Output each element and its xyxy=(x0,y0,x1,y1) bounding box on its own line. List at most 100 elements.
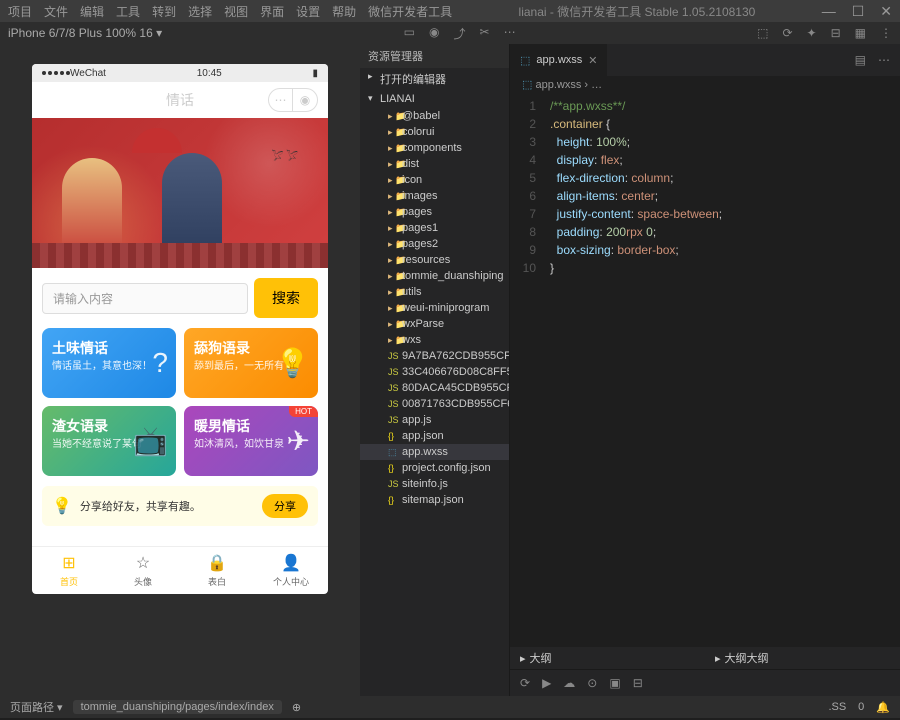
tab-个人中心[interactable]: 👤个人中心 xyxy=(254,547,328,594)
hero-image: 𓅯 𓅯 xyxy=(32,118,328,268)
file-app.wxss[interactable]: ⬚ app.wxss xyxy=(360,444,509,460)
share-button[interactable]: 分享 xyxy=(262,494,308,518)
output-icon[interactable]: ⊟ xyxy=(633,676,643,690)
menu-文件[interactable]: 文件 xyxy=(44,3,68,20)
refresh-icon[interactable]: ⟳ xyxy=(782,26,792,40)
file-00871763CDB955CF66…[interactable]: JS 00871763CDB955CF66… xyxy=(360,396,509,412)
section-project[interactable]: LIANAI xyxy=(360,90,509,108)
build-icon[interactable]: ▶ xyxy=(542,676,551,690)
file-80DACA45CDB955CFE…[interactable]: JS 80DACA45CDB955CFE… xyxy=(360,380,509,396)
tab-头像[interactable]: ☆头像 xyxy=(106,547,180,594)
file-app.json[interactable]: {} app.json xyxy=(360,428,509,444)
activity-bar: ⟳ ▶ ☁ ⊙ ▣ ⊟ xyxy=(510,669,900,696)
file-colorui[interactable]: ▸ 📁 colorui xyxy=(360,124,509,140)
grid-icon[interactable]: ▦ xyxy=(855,26,866,40)
device-toolbar: iPhone 6/7/8 Plus 100% 16 ▾ ▭ ◉ ⤴ ✂ ⋯ ⬚ … xyxy=(0,22,900,44)
dots-icon[interactable]: ⋮ xyxy=(880,26,892,40)
more-icon[interactable]: ⋯ xyxy=(504,25,516,42)
terminal-icon[interactable]: ▣ xyxy=(609,676,620,690)
menu-转到[interactable]: 转到 xyxy=(152,3,176,20)
file-app.js[interactable]: JS app.js xyxy=(360,412,509,428)
search-input[interactable]: 请输入内容 xyxy=(42,283,248,314)
tab-表白[interactable]: 🔒表白 xyxy=(180,547,254,594)
record-icon[interactable]: ◉ xyxy=(429,25,439,42)
file-icon[interactable]: ▸ 📁 icon xyxy=(360,172,509,188)
menu-界面[interactable]: 界面 xyxy=(260,3,284,20)
phone-status-bar: WeChat 10:45 ▮ xyxy=(32,64,328,82)
menu-设置[interactable]: 设置 xyxy=(296,3,320,20)
window-controls: — ☐ ✕ xyxy=(822,3,892,20)
menu-帮助[interactable]: 帮助 xyxy=(332,3,356,20)
capsule-close-icon[interactable]: ◉ xyxy=(293,89,317,111)
card-3[interactable]: HOT暖男情话如沐清风，如饮甘泉✈ xyxy=(184,406,318,476)
debug-icon[interactable]: ⊙ xyxy=(587,676,597,690)
page-path[interactable]: tommie_duanshiping/pages/index/index xyxy=(73,700,282,714)
menu-选择[interactable]: 选择 xyxy=(188,3,212,20)
bell-icon[interactable]: 🔔 xyxy=(876,701,890,714)
tab-close-icon[interactable]: ✕ xyxy=(588,54,597,67)
device-selector[interactable]: iPhone 6/7/8 Plus 100% 16 ▾ xyxy=(8,26,162,40)
path-label[interactable]: 页面路径 ▾ xyxy=(10,699,63,715)
breadcrumb[interactable]: ⬚ app.wxss › … xyxy=(510,76,900,93)
file-@babel[interactable]: ▸ 📁 @babel xyxy=(360,108,509,124)
wifi-icon[interactable]: ⊕ xyxy=(292,701,301,714)
tablet-icon[interactable]: ▭ xyxy=(404,25,415,42)
debug-icon[interactable]: ✦ xyxy=(807,26,817,40)
file-icon: ⬚ xyxy=(520,54,530,67)
section-open-editors[interactable]: 打开的编辑器 xyxy=(360,68,509,90)
file-wxParse[interactable]: ▸ 📁 wxParse xyxy=(360,316,509,332)
card-1[interactable]: 舔狗语录舔到最后，一无所有💡 xyxy=(184,328,318,398)
status-count: 0 xyxy=(858,701,864,714)
file-pages1[interactable]: ▸ 📁 pages1 xyxy=(360,220,509,236)
status-ss: .SS xyxy=(828,701,846,714)
menu-视图[interactable]: 视图 xyxy=(224,3,248,20)
file-dist[interactable]: ▸ 📁 dist xyxy=(360,156,509,172)
cloud-icon[interactable]: ☁ xyxy=(563,676,575,690)
card-0[interactable]: 土味情话情话虽土，其意也深！? xyxy=(42,328,176,398)
file-9A7BA762CDB955CFF…[interactable]: JS 9A7BA762CDB955CFF… xyxy=(360,348,509,364)
share-bar: 💡 分享给好友，共享有趣。 分享 xyxy=(42,486,318,526)
menu-工具[interactable]: 工具 xyxy=(116,3,140,20)
capsule-button[interactable]: ⋯ ◉ xyxy=(268,88,318,112)
minimize-icon[interactable]: — xyxy=(822,3,836,20)
file-project.config.json[interactable]: {} project.config.json xyxy=(360,460,509,476)
outline-right[interactable]: ▸ 大纲大纲 xyxy=(705,647,900,669)
search-button[interactable]: 搜索 xyxy=(254,278,318,318)
file-components[interactable]: ▸ 📁 components xyxy=(360,140,509,156)
menu-微信开发者工具[interactable]: 微信开发者工具 xyxy=(368,3,452,20)
maximize-icon[interactable]: ☐ xyxy=(852,3,865,20)
file-utils[interactable]: ▸ 📁 utils xyxy=(360,284,509,300)
file-33C406676D08C8FF5…[interactable]: JS 33C406676D08C8FF5… xyxy=(360,364,509,380)
file-weui-miniprogram[interactable]: ▸ 📁 weui-miniprogram xyxy=(360,300,509,316)
simulator-panel: WeChat 10:45 ▮ 情话 ⋯ ◉ 𓅯 𓅯 xyxy=(0,44,360,696)
tab-首页[interactable]: ⊞首页 xyxy=(32,547,106,594)
file-tree: ▸ 📁 @babel▸ 📁 colorui▸ 📁 components▸ 📁 d… xyxy=(360,108,509,508)
card-2[interactable]: 渣女语录当她不经意说了某句📺 xyxy=(42,406,176,476)
file-pages2[interactable]: ▸ 📁 pages2 xyxy=(360,236,509,252)
panel-icon[interactable]: ⬚ xyxy=(757,26,768,40)
editor-tab-appwxss[interactable]: ⬚ app.wxss ✕ xyxy=(510,44,608,76)
cut-icon[interactable]: ✂ xyxy=(480,25,490,42)
file-siteinfo.js[interactable]: JS siteinfo.js xyxy=(360,476,509,492)
file-tommie_duanshiping[interactable]: ▸ 📁 tommie_duanshiping xyxy=(360,268,509,284)
tree-icon[interactable]: ⊟ xyxy=(831,26,841,40)
code-editor[interactable]: 1/**app.wxss**/2.container {3 height: 10… xyxy=(510,93,900,647)
file-sitemap.json[interactable]: {} sitemap.json xyxy=(360,492,509,508)
search-row: 请输入内容 搜索 xyxy=(32,268,328,328)
share-icon[interactable]: ⤴ xyxy=(454,25,466,42)
reload-icon[interactable]: ⟳ xyxy=(520,676,530,690)
menu-项目[interactable]: 项目 xyxy=(8,3,32,20)
file-images[interactable]: ▸ 📁 images xyxy=(360,188,509,204)
close-icon[interactable]: ✕ xyxy=(880,3,892,20)
outline-left[interactable]: ▸ 大纲 xyxy=(510,647,705,669)
sim-nav-title: 情话 xyxy=(166,90,194,110)
capsule-menu-icon[interactable]: ⋯ xyxy=(269,89,293,111)
more-icon[interactable]: ⋯ xyxy=(878,53,890,67)
menu-编辑[interactable]: 编辑 xyxy=(80,3,104,20)
split-icon[interactable]: ▤ xyxy=(855,53,866,67)
editor-tabs: ⬚ app.wxss ✕ ▤ ⋯ xyxy=(510,44,900,76)
file-wxs[interactable]: ▸ 📁 wxs xyxy=(360,332,509,348)
file-resources[interactable]: ▸ 📁 resources xyxy=(360,252,509,268)
titlebar: 项目文件编辑工具转到选择视图界面设置帮助微信开发者工具 lianai - 微信开… xyxy=(0,0,900,22)
file-pages[interactable]: ▸ 📁 pages xyxy=(360,204,509,220)
